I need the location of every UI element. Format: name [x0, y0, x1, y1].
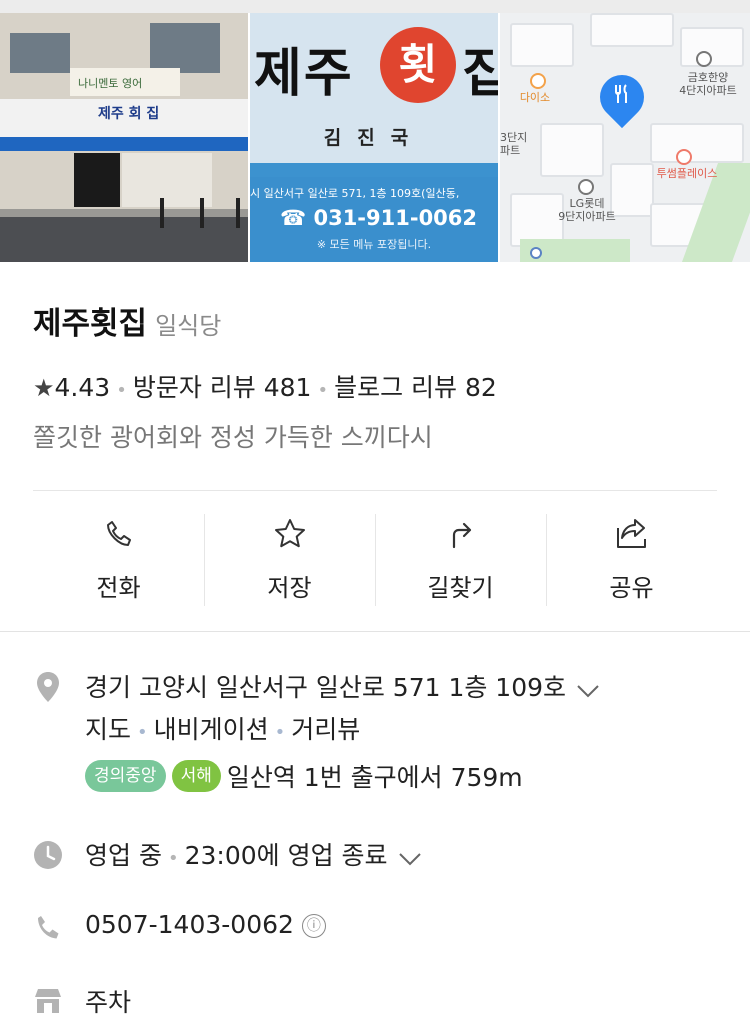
parking-label: 주차 — [85, 988, 132, 1017]
poi-marker — [676, 149, 692, 165]
map-block — [650, 123, 744, 163]
store-sign-text: 제주 회 집 — [98, 106, 160, 122]
share-icon — [546, 514, 717, 554]
star-icon: ★ — [33, 374, 55, 402]
door — [74, 153, 120, 207]
phone-icon — [33, 514, 204, 554]
academy-sign: 나니멘토 영어 — [70, 68, 180, 96]
address-text: 경기 고양시 일산서구 일산로 571 1층 109호 — [85, 673, 567, 702]
divider — [33, 490, 717, 491]
title-row: 제주횟집 일식당 — [33, 298, 221, 343]
place-description: 쫄깃한 광어회와 정성 가득한 스끼다시 — [33, 423, 433, 452]
sign-circle-char: 횟 — [380, 27, 456, 103]
chevron-down-icon[interactable] — [576, 675, 600, 704]
share-label: 공유 — [609, 574, 654, 602]
map-label-lg: LG롯데 9단지아파트 — [558, 197, 616, 223]
subway-line-badge: 서해 — [171, 760, 221, 792]
rating-row: ★4.43 • 방문자 리뷰 481 • 블로그 리뷰 82 — [33, 368, 497, 404]
clock-icon — [33, 839, 63, 871]
separator-dot: • — [317, 380, 329, 401]
restaurant-icon — [602, 83, 642, 110]
place-category: 일식당 — [155, 312, 222, 340]
sign-note: ※ 모든 메뉴 포장됩니다. — [316, 238, 432, 251]
call-button[interactable]: 전화 — [33, 514, 204, 606]
map-block — [590, 13, 674, 47]
poi-marker — [530, 73, 546, 89]
bollard — [160, 198, 164, 228]
map-thumbnail[interactable]: 다이소 금호한양 4단지아파트 3단지 파트 투썸플레이스 LG롯데 9단지아파… — [500, 13, 750, 262]
sign-owner: 김진국 — [323, 127, 425, 149]
sign-text-right: 집 — [462, 44, 498, 104]
bollard — [236, 198, 240, 228]
navigation-link[interactable]: 내비게이션 — [154, 715, 269, 744]
save-button[interactable]: 저장 — [204, 514, 375, 606]
awning — [0, 137, 248, 151]
map-label-3danji: 3단지 파트 — [500, 131, 528, 157]
separator-dot: • — [137, 722, 148, 743]
map-label-tosome: 투썸플레이스 — [656, 167, 718, 180]
sign-text-left: 제주 — [254, 44, 354, 104]
photo-gallery[interactable]: 나니멘토 영어 제주 회 집 제주 횟 집 김진국 시 일산서구 일산로 571… — [0, 13, 750, 262]
bollard — [200, 198, 204, 228]
save-label: 저장 — [267, 574, 312, 602]
star-outline-icon — [204, 514, 375, 554]
poi-marker — [530, 247, 542, 259]
window — [150, 23, 220, 73]
rating-value: 4.43 — [54, 373, 111, 402]
action-bar: 전화 저장 길찾기 공유 — [33, 514, 717, 606]
shop-front — [122, 153, 212, 207]
curb — [0, 209, 248, 217]
info-icon[interactable]: ⓘ — [301, 914, 326, 938]
map-label-kumho: 금호한양 4단지아파트 — [679, 71, 737, 97]
map-block — [540, 123, 604, 177]
directions-arrow-icon — [375, 514, 546, 554]
hours-status: 영업 중 — [85, 841, 162, 870]
parking-store-icon — [33, 985, 63, 1017]
blog-reviews-link[interactable]: 블로그 리뷰 82 — [334, 373, 497, 402]
place-name: 제주횟집 — [33, 306, 148, 342]
poi-marker — [578, 179, 594, 195]
poi-marker — [696, 51, 712, 67]
map-block — [510, 23, 574, 67]
map-block — [680, 27, 744, 67]
storefront-photo[interactable]: 나니멘토 영어 제주 회 집 — [0, 13, 248, 262]
directions-label: 길찾기 — [427, 574, 494, 602]
separator-dot: • — [274, 722, 286, 743]
location-pin-icon — [33, 670, 63, 704]
phone-icon — [33, 912, 63, 944]
directions-button[interactable]: 길찾기 — [375, 514, 546, 606]
section-divider — [0, 631, 750, 632]
call-label: 전화 — [96, 574, 141, 602]
separator-dot: • — [116, 380, 127, 401]
window — [10, 33, 70, 73]
map-label-daiso: 다이소 — [519, 91, 551, 104]
status-strip — [0, 0, 750, 13]
closing-time: 23:00에 영업 종료 — [184, 841, 388, 870]
visitor-reviews-link[interactable]: 방문자 리뷰 481 — [133, 373, 312, 402]
subway-line-badge: 경의중앙 — [85, 760, 166, 792]
sign-address: 시 일산서구 일산로 571, 1층 109호(일산동, — [250, 187, 460, 200]
share-button[interactable]: 공유 — [546, 514, 717, 606]
street-view-link[interactable]: 거리뷰 — [291, 715, 360, 744]
sign-photo[interactable]: 제주 횟 집 김진국 시 일산서구 일산로 571, 1층 109호(일산동, … — [250, 13, 498, 262]
chevron-down-icon[interactable] — [398, 843, 422, 872]
map-link[interactable]: 지도 — [85, 715, 131, 744]
subway-distance: 일산역 1번 출구에서 759m — [226, 763, 523, 792]
separator-dot: • — [167, 848, 179, 869]
phone-number[interactable]: 0507-1403-0062 — [85, 910, 294, 939]
sign-phone: ☎ 031-911-0062 — [280, 206, 478, 230]
